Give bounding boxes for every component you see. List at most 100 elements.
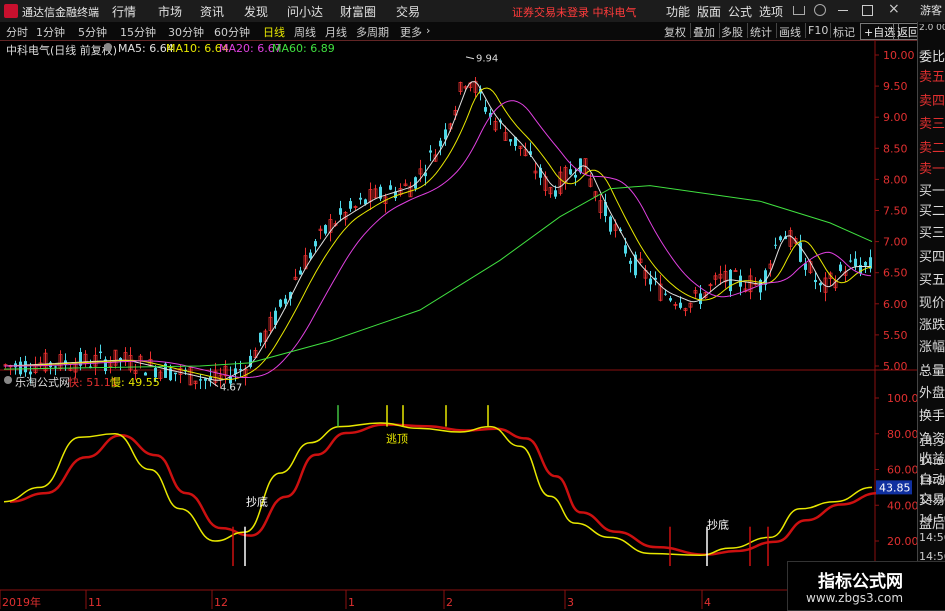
period-weekly[interactable]: 周线 (294, 24, 316, 40)
divider (747, 23, 748, 38)
fuquan-button[interactable]: 复权 (664, 24, 686, 40)
menu-gongshi[interactable]: 公式 (728, 3, 752, 20)
f10-button[interactable]: F10 (808, 24, 828, 37)
menu-gongneng[interactable]: 功能 (666, 3, 690, 20)
candle-body-down (554, 190, 557, 197)
ma10-line (4, 87, 872, 380)
period-toolbar: 分时 1分钟 5分钟 15分钟 30分钟 60分钟 日线 周线 月线 多周期 更… (0, 22, 945, 41)
indicator-tick-label: 80.00 (887, 428, 917, 441)
price-tick-label: 9.00 (883, 111, 908, 124)
sidebar-item: 买五 (919, 273, 945, 288)
high-pointer (465, 56, 475, 60)
draw-line-button[interactable]: 画线 (779, 24, 801, 40)
sidebar-time: 14:56 (919, 455, 945, 468)
menu-xuanxiang[interactable]: 选项 (759, 3, 783, 20)
maximize-icon[interactable] (862, 5, 873, 16)
candle-body-down (849, 260, 852, 262)
x-axis-label: 1 (348, 596, 355, 609)
menu-wenxiaoda[interactable]: 问小达 (287, 3, 323, 20)
mark-button[interactable]: 标记 (833, 24, 855, 40)
sidebar-item: 卖一 (919, 162, 945, 177)
slow-label: 慢: 49.55 (110, 376, 160, 389)
menu-caifuquan[interactable]: 财富圈 (340, 3, 376, 20)
statistics-button[interactable]: 统计 (750, 24, 772, 40)
menu-banmian[interactable]: 版面 (697, 3, 721, 20)
menu-jiaoyi[interactable]: 交易 (396, 3, 420, 20)
candle-body-down (259, 332, 262, 343)
candle-body-down (279, 299, 282, 307)
price-tick-label: 9.50 (883, 80, 908, 93)
sidebar-item: 总量 (919, 364, 945, 379)
candle-body-down (309, 252, 312, 259)
period-30min[interactable]: 30分钟 (168, 24, 204, 40)
candle-body-down (574, 174, 577, 178)
sidebar-item: 卖三 (919, 117, 945, 132)
sidebar-item: 涨幅 (919, 340, 945, 355)
candle-body-down (854, 258, 857, 267)
candle-body-down (299, 270, 302, 275)
candle-body-down (99, 351, 102, 354)
divider (719, 23, 720, 38)
period-5min[interactable]: 5分钟 (78, 24, 107, 40)
indicator-name: 乐淘公式网 (15, 376, 70, 389)
app-logo-icon (4, 4, 18, 18)
period-60min[interactable]: 60分钟 (214, 24, 250, 40)
banner-url: www.zbgs3.com (806, 591, 904, 605)
candle-body-down (839, 264, 842, 271)
close-icon[interactable]: × (888, 1, 900, 17)
sidebar-weibi: 委比 (919, 50, 945, 65)
candle-body-down (429, 150, 432, 153)
price-tick-label: 10.00 (883, 49, 915, 62)
sidebar-item: 外盘 (919, 386, 945, 401)
banner-title: 指标公式网 (818, 572, 903, 592)
current-value-label: 43.85 (879, 481, 911, 494)
settings-circle-icon[interactable] (104, 43, 112, 51)
divider (830, 23, 831, 38)
multi-stock-button[interactable]: 多股 (721, 24, 743, 40)
chart-area[interactable]: 10.00 9.50 9.00 8.50 8.00 7.50 7.00 6.50 6.00 5.5… (0, 40, 917, 609)
divider (690, 23, 691, 38)
indicator-settings-icon[interactable] (4, 376, 12, 384)
candle-body-down (204, 378, 207, 381)
stock-label: 中科电气(日线 前复权) (6, 44, 118, 57)
candle-body-down (629, 260, 632, 264)
divider (776, 23, 777, 38)
period-15min[interactable]: 15分钟 (120, 24, 156, 40)
candle-body-down (349, 201, 352, 209)
high-price-label: 9.94 (476, 54, 498, 65)
indicator-tick-label: 100.0 (887, 392, 917, 405)
period-multi[interactable]: 多周期 (356, 24, 389, 40)
bottom-annotation: 抄底 (246, 494, 268, 508)
ma60-label: MA60: 6.89 (272, 42, 335, 55)
sidebar-time: 14:56 (919, 493, 945, 506)
user-icon[interactable] (814, 4, 826, 16)
candle-body-down (569, 169, 572, 175)
period-more-arrow-icon[interactable]: › (426, 24, 430, 37)
candle-body-down (819, 283, 822, 286)
candle-body-down (669, 298, 672, 301)
menu-faxian[interactable]: 发现 (244, 3, 268, 20)
sidebar-item: 买四 (919, 250, 945, 265)
menu-zixun[interactable]: 资讯 (200, 3, 224, 20)
guest-label[interactable]: 游客 (920, 2, 942, 18)
candle-body-down (814, 279, 817, 283)
period-fenshi[interactable]: 分时 (6, 24, 28, 40)
period-daily[interactable]: 日线 (263, 24, 285, 40)
period-1min[interactable]: 1分钟 (36, 24, 65, 40)
period-more[interactable]: 更多 (400, 24, 422, 40)
price-tick-label: 6.00 (883, 298, 908, 311)
menu-hangqing[interactable]: 行情 (112, 3, 136, 20)
minimize-icon[interactable] (838, 10, 848, 11)
sidebar-item: 现价 (919, 296, 945, 311)
fast-line (3, 422, 873, 557)
dropdown-icon[interactable] (793, 6, 805, 15)
candle-body-down (174, 372, 177, 375)
menu-shichang[interactable]: 市场 (158, 3, 182, 20)
candle-body-down (864, 262, 867, 266)
indicator-tick-label: 40.00 (887, 499, 917, 512)
period-monthly[interactable]: 月线 (325, 24, 347, 40)
candle-body-down (439, 140, 442, 147)
candle-body-down (24, 361, 27, 373)
overlay-button[interactable]: 叠加 (693, 24, 715, 40)
price-tick-label: 7.50 (883, 205, 908, 218)
